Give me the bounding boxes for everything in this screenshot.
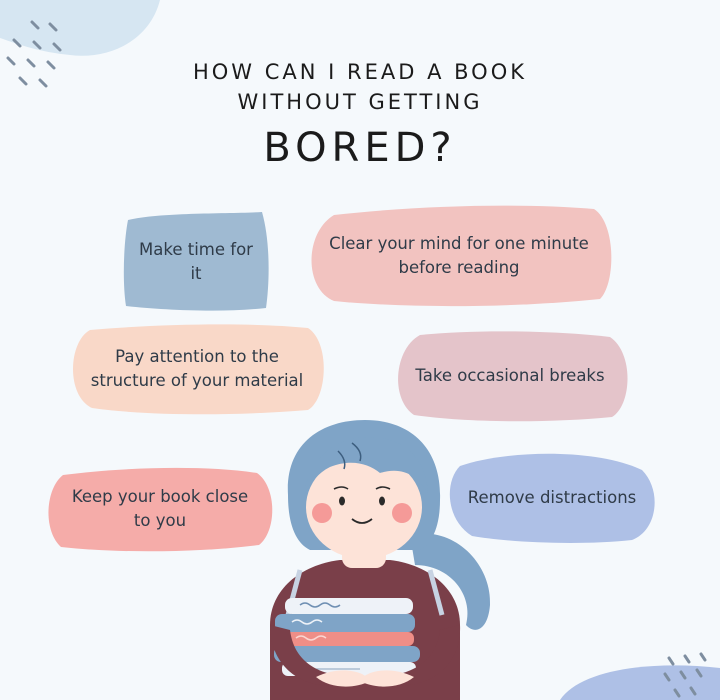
tip-structure: Pay attention to the structure of your m… [68, 322, 326, 415]
tip-make-time: Make time for it [122, 210, 270, 313]
tip-clear-mind: Clear your mind for one minute before re… [304, 203, 614, 308]
left-eye [339, 496, 345, 506]
title-line-3: BORED? [263, 125, 457, 171]
left-cheek [312, 503, 332, 523]
tip-text: Clear your mind for one minute before re… [329, 233, 589, 277]
tip-text: Pay attention to the structure of your m… [90, 346, 304, 390]
title-line-1: HOW CAN I READ A BOOK [192, 60, 528, 84]
right-eye [379, 496, 385, 506]
top-left-dash-pattern [6, 20, 62, 88]
tip-distractions: Remove distractions [446, 450, 658, 545]
tip-text: Remove distractions [467, 487, 637, 507]
tip-text: Keep your book close to you [71, 487, 249, 530]
right-cheek [392, 503, 412, 523]
tip-book-close: Keep your book close to you [45, 465, 275, 553]
tip-breaks: Take occasional breaks [390, 329, 630, 422]
bottom-right-dash-pattern [663, 652, 707, 698]
tip-text: Make time for it [139, 239, 253, 283]
tip-text: Take occasional breaks [415, 365, 605, 385]
title-line-2: WITHOUT GETTING [237, 90, 483, 114]
